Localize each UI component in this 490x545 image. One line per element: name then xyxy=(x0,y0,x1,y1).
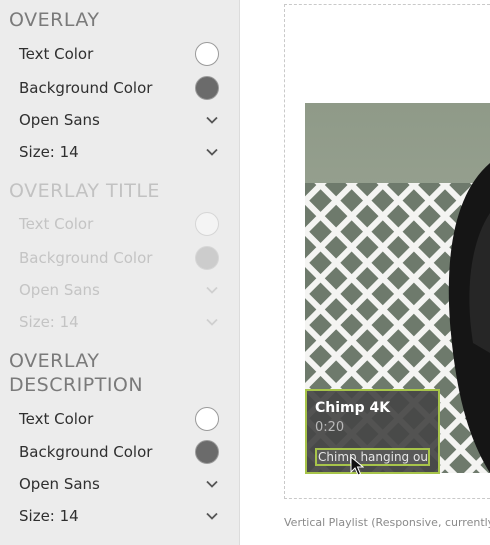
section-title-overlay-description-line2: DESCRIPTION xyxy=(9,374,144,396)
overlay-text-color-row[interactable]: Text Color xyxy=(0,38,240,70)
overlay-video-description[interactable]: Chimp hanging ou xyxy=(315,448,430,466)
overlay-description-font-label: Open Sans xyxy=(19,475,100,493)
overlay-background-color-label: Background Color xyxy=(19,79,153,97)
overlay-description-text-color-swatch[interactable] xyxy=(195,407,219,431)
overlay-description-size-select[interactable]: Size: 14 xyxy=(0,500,240,532)
overlay-title-size-select[interactable]: Size: 14 xyxy=(0,306,240,338)
overlay-description-text-color-row[interactable]: Text Color xyxy=(0,403,240,435)
overlay-size-select[interactable]: Size: 14 xyxy=(0,136,240,168)
playlist-caption: Vertical Playlist (Responsive, currently… xyxy=(284,516,490,529)
overlay-title-font-select[interactable]: Open Sans xyxy=(0,274,240,306)
overlay-font-select[interactable]: Open Sans xyxy=(0,104,240,136)
settings-sidebar: OVERLAY Text Color Background Color Open… xyxy=(0,0,240,545)
section-title-overlay-description-line1: OVERLAY xyxy=(9,350,100,372)
overlay-size-label: Size: 14 xyxy=(19,143,79,161)
overlay-title-background-color-label: Background Color xyxy=(19,249,153,267)
overlay-description-background-color-row[interactable]: Background Color xyxy=(0,436,240,468)
overlay-title-size-label: Size: 14 xyxy=(19,313,79,331)
overlay-title-background-color-swatch[interactable] xyxy=(195,246,219,270)
chevron-down-icon[interactable] xyxy=(205,315,219,329)
overlay-title-text-color-swatch[interactable] xyxy=(195,212,219,236)
overlay-title-text-color-label: Text Color xyxy=(19,215,94,233)
overlay-title-text-color-row[interactable]: Text Color xyxy=(0,208,240,240)
overlay-video-title: Chimp 4K xyxy=(315,400,391,416)
overlay-video-duration: 0:20 xyxy=(315,420,345,435)
overlay-background-color-row[interactable]: Background Color xyxy=(0,72,240,104)
overlay-description-text-color-label: Text Color xyxy=(19,410,94,428)
section-title-overlay-title: OVERLAY TITLE xyxy=(9,180,160,202)
section-title-overlay: OVERLAY xyxy=(9,9,100,31)
chevron-down-icon[interactable] xyxy=(205,145,219,159)
overlay-description-background-color-swatch[interactable] xyxy=(195,440,219,464)
overlay-title-font-label: Open Sans xyxy=(19,281,100,299)
overlay-description-size-label: Size: 14 xyxy=(19,507,79,525)
video-overlay[interactable]: Chimp 4K 0:20 Chimp hanging ou xyxy=(305,389,440,474)
chevron-down-icon[interactable] xyxy=(205,113,219,127)
chevron-down-icon[interactable] xyxy=(205,283,219,297)
overlay-background-color-swatch[interactable] xyxy=(195,76,219,100)
overlay-description-font-select[interactable]: Open Sans xyxy=(0,468,240,500)
overlay-title-background-color-row[interactable]: Background Color xyxy=(0,242,240,274)
overlay-description-background-color-label: Background Color xyxy=(19,443,153,461)
overlay-text-color-swatch[interactable] xyxy=(195,42,219,66)
mouse-cursor-icon xyxy=(350,456,364,476)
chevron-down-icon[interactable] xyxy=(205,509,219,523)
chevron-down-icon[interactable] xyxy=(205,477,219,491)
overlay-text-color-label: Text Color xyxy=(19,45,94,63)
overlay-font-label: Open Sans xyxy=(19,111,100,129)
